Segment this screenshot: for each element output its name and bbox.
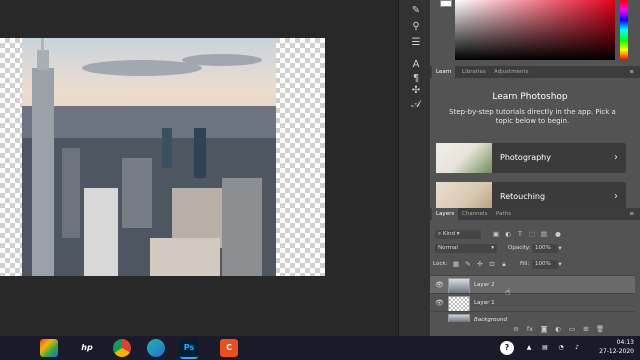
mouse-cursor-icon: ☝︎ [505, 288, 511, 298]
photos-app-icon[interactable] [40, 339, 58, 357]
kind-label: Kind [442, 231, 455, 237]
visibility-eye-icon[interactable]: 👁︎ [435, 281, 444, 289]
layer-name[interactable]: Layer 2 [474, 276, 495, 294]
move-3d-icon[interactable]: ✣ [409, 84, 423, 98]
tab-learn[interactable]: Learn [432, 66, 456, 78]
type-filter-icon[interactable]: T [516, 230, 524, 238]
layer-row[interactable]: 👁︎ Layer 2 [430, 275, 635, 294]
layer-name[interactable]: Layer 1 [474, 294, 495, 312]
chevron-down-icon: ▾ [491, 245, 494, 251]
clock-date: 27-12-2020 [599, 348, 634, 355]
tool-strip: ✎ ⚲ ☰ A ¶ ✣ 𝒜 [398, 0, 431, 336]
tab-paths[interactable]: Paths [492, 208, 515, 220]
volume-icon[interactable]: ♪ [568, 339, 586, 357]
clock-time: 04:13 [616, 339, 634, 346]
group-icon[interactable]: ▭ [568, 325, 576, 333]
layer-thumbnail [448, 296, 470, 312]
adjustment-layer-icon[interactable]: ◐ [554, 325, 562, 333]
trash-icon[interactable]: 🗑︎ [596, 325, 604, 333]
lock-row: Lock: ▦ ✎ ✣ ⊡ 🔒︎ Fill: 100% ▾ [430, 256, 635, 274]
fx-icon[interactable]: fx [526, 325, 534, 333]
learn-description: Step-by-step tutorials directly in the a… [449, 108, 616, 125]
chevron-down-icon[interactable]: ▾ [556, 260, 564, 268]
hue-slider[interactable] [620, 0, 628, 60]
kind-filter-select[interactable]: ⌕ Kind ▾ [435, 230, 481, 239]
chevron-down-icon[interactable]: ▾ [556, 244, 564, 252]
help-icon[interactable]: ? [500, 341, 514, 355]
tab-channels[interactable]: Channels [458, 208, 491, 220]
layer-row[interactable]: 👁︎ Layer 1 [430, 293, 635, 312]
search-icon: ⌕ [438, 231, 442, 237]
edge-icon[interactable] [147, 339, 165, 357]
layer-thumbnail [448, 278, 470, 294]
clock[interactable]: 04:13 27-12-2020 [599, 338, 634, 356]
hp-icon[interactable]: hp [78, 339, 96, 357]
panel-menu-icon[interactable]: ≡ [625, 66, 638, 78]
brush-icon[interactable]: ✎ [409, 4, 423, 18]
card-label: Photography [500, 153, 551, 162]
taskbar: hp Ps C ? ▲ ▤ ◔ ♪ 04:13 27-12-2020 [0, 336, 640, 360]
lock-all-icon[interactable]: 🔒︎ [500, 260, 508, 268]
visibility-eye-icon[interactable]: 👁︎ [435, 299, 444, 307]
learn-tabbar: Learn Libraries Adjustments ≡ [430, 66, 640, 78]
lock-position-icon[interactable]: ✣ [476, 260, 484, 268]
tutorial-card-photography[interactable]: Photography › [436, 143, 626, 173]
fill-input[interactable]: 100% [532, 260, 558, 269]
lock-artboard-icon[interactable]: ⊡ [488, 260, 496, 268]
city-skyline-image[interactable] [22, 38, 276, 276]
adjustment-filter-icon[interactable]: ◐ [504, 230, 512, 238]
photoshop-icon[interactable]: Ps [180, 339, 198, 359]
smart-object-filter-icon[interactable]: ▤ [540, 230, 548, 238]
tab-adjustments[interactable]: Adjustments [490, 66, 532, 78]
chevron-right-icon: › [614, 152, 618, 163]
learn-title: Learn Photoshop [492, 92, 568, 102]
opacity-input[interactable]: 100% [532, 244, 558, 253]
new-layer-icon[interactable]: ⊞ [582, 325, 590, 333]
pixel-filter-icon[interactable]: ▣ [492, 230, 500, 238]
filter-toggle-icon[interactable]: ● [554, 230, 562, 238]
shape-filter-icon[interactable]: ⬚ [528, 230, 536, 238]
adjust-icon[interactable]: ☰ [409, 36, 423, 50]
blend-mode-value: Normal [438, 245, 458, 251]
app-c-icon[interactable]: C [220, 339, 238, 357]
add-mask-icon[interactable]: ◙ [540, 325, 548, 333]
tab-layers[interactable]: Layers [432, 208, 459, 220]
foreground-swatch[interactable] [440, 0, 452, 7]
type-a-icon[interactable]: 𝒜 [409, 98, 423, 112]
lock-pixels-icon[interactable]: ✎ [464, 260, 472, 268]
pen-path-icon[interactable]: ⚲ [409, 20, 423, 34]
link-layers-icon[interactable]: ⊝ [512, 325, 520, 333]
photography-thumbnail [436, 143, 492, 173]
text-icon[interactable]: A [409, 58, 423, 72]
tab-libraries[interactable]: Libraries [458, 66, 490, 78]
layers-bottom-bar: ⊝ fx ◙ ◐ ▭ ⊞ 🗑︎ [430, 322, 635, 336]
lock-transparent-icon[interactable]: ▦ [452, 260, 460, 268]
lock-label: Lock: [433, 261, 448, 267]
layers-tabbar: Layers Channels Paths ≡ [430, 208, 640, 220]
color-picker-field[interactable] [455, 0, 615, 60]
fill-label: Fill: [520, 261, 530, 267]
opacity-label: Opacity: [508, 245, 531, 251]
chrome-icon[interactable] [113, 339, 131, 357]
panel-menu-icon[interactable]: ≡ [625, 208, 638, 220]
blend-mode-select[interactable]: Normal ▾ [435, 244, 497, 253]
